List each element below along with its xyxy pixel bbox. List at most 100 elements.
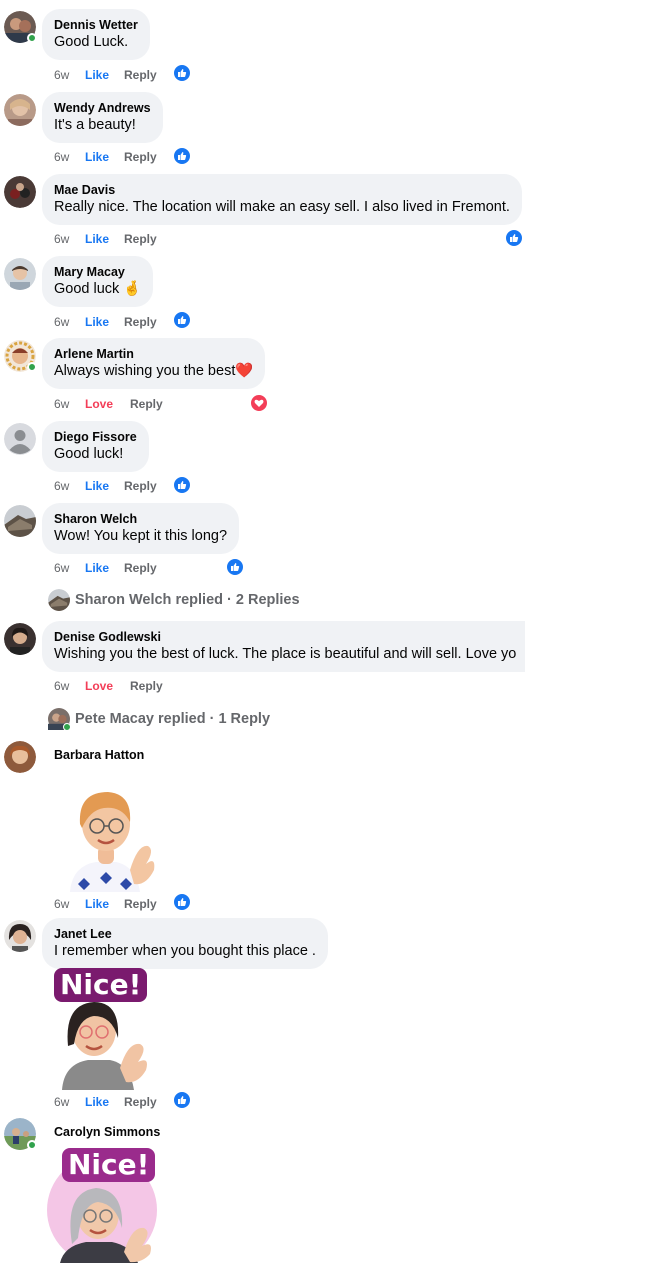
like-button[interactable]: Like	[85, 561, 124, 575]
comment-time[interactable]: 6w	[54, 68, 85, 82]
avatar[interactable]	[4, 340, 37, 372]
avatar-photo	[4, 258, 36, 290]
avatar[interactable]	[4, 11, 37, 43]
like-reaction-icon[interactable]	[173, 64, 191, 82]
like-reaction-icon[interactable]	[173, 1091, 191, 1109]
comment-text: Always wishing you the best❤️	[54, 363, 254, 379]
replier-avatar	[48, 708, 71, 731]
avatar-photo	[4, 920, 36, 952]
avatar[interactable]	[4, 176, 36, 208]
comment-actions: 6w Like Reply	[54, 232, 157, 246]
online-status-dot	[27, 33, 37, 43]
view-replies-link[interactable]: Sharon Welch replied · 2 Replies	[48, 589, 300, 611]
reply-button[interactable]: Reply	[124, 68, 157, 82]
like-reaction-icon[interactable]	[505, 229, 523, 247]
comment-text: I remember when you bought this place .	[54, 943, 316, 959]
comment-bubble: Arlene Martin Always wishing you the bes…	[42, 338, 266, 389]
sticker-caption: Nice!	[62, 1148, 156, 1182]
comment-time[interactable]: 6w	[54, 561, 85, 575]
comment-time[interactable]: 6w	[54, 150, 85, 164]
online-status-dot	[63, 723, 71, 731]
comment-bubble: Mary Macay Good luck 🤞	[42, 256, 154, 307]
comment-author[interactable]: Denise Godlewski	[54, 629, 513, 645]
like-button[interactable]: Like	[85, 1095, 124, 1109]
comment-text: It's a beauty!	[54, 117, 136, 133]
avatar[interactable]	[4, 1118, 37, 1150]
comment-actions: 6w Like Reply	[54, 68, 157, 82]
love-button[interactable]: Love	[85, 679, 130, 693]
comment-actions: 6w Love Reply	[54, 397, 163, 411]
love-reaction-icon[interactable]	[250, 394, 268, 412]
comment-actions: 6w Love Reply	[54, 679, 163, 693]
comment-author[interactable]: Barbara Hatton	[54, 748, 144, 762]
reply-button[interactable]: Reply	[130, 397, 163, 411]
replier-avatar	[48, 589, 70, 611]
comment-time[interactable]: 6w	[54, 679, 85, 693]
comment-author[interactable]: Arlene Martin	[54, 346, 253, 362]
default-avatar-icon	[4, 423, 36, 455]
view-replies-label[interactable]: Sharon Welch replied · 2 Replies	[75, 592, 300, 608]
comment-author[interactable]: Janet Lee	[54, 926, 316, 942]
comment-text: Really nice. The location will make an e…	[54, 199, 510, 215]
reply-button[interactable]: Reply	[124, 561, 157, 575]
avatar-photo	[4, 505, 36, 537]
comment-text: Good luck!	[54, 446, 124, 462]
avatar-photo	[4, 176, 36, 208]
nice-sticker: Nice!	[46, 1148, 160, 1263]
comment-time[interactable]: 6w	[54, 897, 85, 911]
like-reaction-icon[interactable]	[173, 893, 191, 911]
like-button[interactable]: Like	[85, 897, 124, 911]
comment-time[interactable]: 6w	[54, 315, 85, 329]
avatar-photo	[4, 623, 36, 655]
comment-bubble: Denise Godlewski Wishing you the best of…	[42, 621, 525, 672]
love-button[interactable]: Love	[85, 397, 130, 411]
comment-actions: 6w Like Reply	[54, 897, 157, 911]
like-reaction-icon[interactable]	[226, 558, 244, 576]
like-button[interactable]: Like	[85, 315, 124, 329]
comment-actions: 6w Like Reply	[54, 150, 157, 164]
reply-button[interactable]: Reply	[124, 897, 157, 911]
view-replies-label[interactable]: Pete Macay replied · 1 Reply	[75, 711, 270, 727]
like-reaction-icon[interactable]	[173, 147, 191, 165]
reply-button[interactable]: Reply	[124, 479, 157, 493]
comment-author[interactable]: Dennis Wetter	[54, 17, 138, 33]
online-status-dot	[27, 362, 37, 372]
comment-bubble: Diego Fissore Good luck!	[42, 421, 149, 472]
like-button[interactable]: Like	[85, 68, 124, 82]
like-button[interactable]: Like	[85, 150, 124, 164]
reply-button[interactable]: Reply	[130, 679, 163, 693]
avatar-photo	[4, 741, 36, 773]
avatar[interactable]	[4, 423, 36, 455]
comment-time[interactable]: 6w	[54, 397, 85, 411]
comment-author[interactable]: Mae Davis	[54, 182, 510, 198]
comment-bubble: Dennis Wetter Good Luck.	[42, 9, 150, 60]
avatar[interactable]	[4, 623, 36, 655]
avatar[interactable]	[4, 505, 36, 537]
avatar[interactable]	[4, 741, 36, 773]
comment-author[interactable]: Mary Macay	[54, 264, 141, 280]
comment-author[interactable]: Diego Fissore	[54, 429, 137, 445]
comment-bubble: Janet Lee I remember when you bought thi…	[42, 918, 328, 969]
reply-button[interactable]: Reply	[124, 1095, 157, 1109]
comment-time[interactable]: 6w	[54, 232, 85, 246]
like-reaction-icon[interactable]	[173, 476, 191, 494]
like-button[interactable]: Like	[85, 232, 124, 246]
comment-time[interactable]: 6w	[54, 1095, 85, 1109]
avatar[interactable]	[4, 920, 36, 952]
comment-actions: 6w Like Reply	[54, 479, 157, 493]
reply-button[interactable]: Reply	[124, 232, 157, 246]
comment-author[interactable]: Sharon Welch	[54, 511, 227, 527]
avatar[interactable]	[4, 258, 36, 290]
comment-author[interactable]: Wendy Andrews	[54, 100, 151, 116]
view-replies-link[interactable]: Pete Macay replied · 1 Reply	[48, 708, 270, 731]
comment-text: Good Luck.	[54, 34, 129, 50]
reply-button[interactable]: Reply	[124, 315, 157, 329]
comment-text: Wishing you the best of luck. The place …	[54, 646, 517, 662]
comment-time[interactable]: 6w	[54, 479, 85, 493]
avatar[interactable]	[4, 94, 36, 126]
reply-button[interactable]: Reply	[124, 150, 157, 164]
comment-text: Wow! You kept it this long?	[54, 528, 228, 544]
like-button[interactable]: Like	[85, 479, 124, 493]
comment-author[interactable]: Carolyn Simmons	[54, 1125, 160, 1139]
like-reaction-icon[interactable]	[173, 311, 191, 329]
